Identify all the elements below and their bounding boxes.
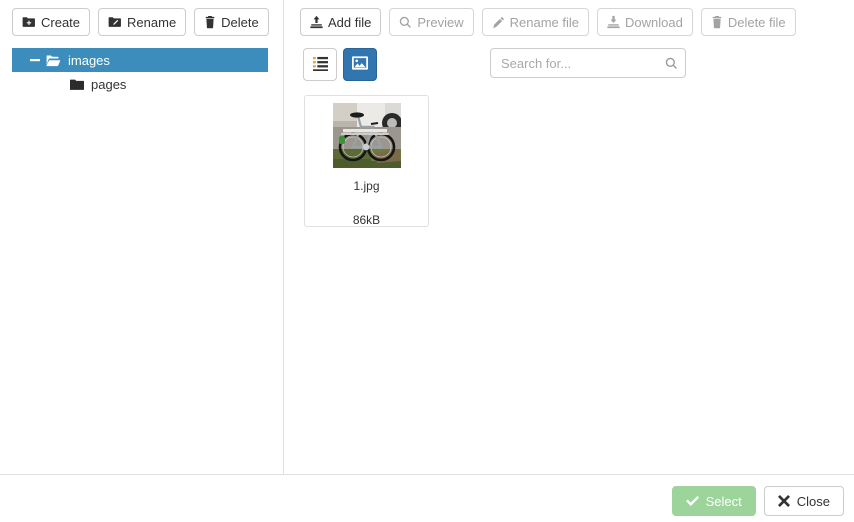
preview-button[interactable]: Preview — [389, 8, 474, 36]
view-mode-toggle — [303, 48, 377, 81]
list-view-button[interactable] — [303, 48, 337, 81]
folder-tree: images pages — [12, 48, 268, 96]
file-manager-dialog: Create Rename Delete images pages Add fi… — [0, 0, 854, 522]
rename-file-button[interactable]: Rename file — [481, 8, 589, 36]
search-box — [490, 48, 686, 78]
create-folder-button[interactable]: Create — [12, 8, 91, 36]
folder-plus-icon — [22, 15, 36, 29]
download-button[interactable]: Download — [597, 8, 693, 36]
folder-pane: Create Rename Delete images pages — [0, 0, 283, 474]
delete-file-label: Delete file — [727, 14, 786, 30]
trash-icon — [204, 15, 216, 29]
folder-toolbar: Create Rename Delete — [12, 8, 269, 36]
preview-label: Preview — [417, 14, 464, 30]
rename-folder-label: Rename — [127, 14, 177, 30]
folder-closed-icon — [70, 78, 84, 91]
delete-folder-label: Delete — [221, 14, 259, 30]
grid-view-button[interactable] — [343, 48, 377, 81]
search-icon[interactable] — [663, 55, 679, 71]
image-view-icon — [352, 56, 368, 73]
rename-file-label: Rename file — [509, 14, 579, 30]
download-label: Download — [625, 14, 683, 30]
select-label: Select — [705, 493, 742, 509]
file-name: 1.jpg — [353, 179, 380, 193]
folder-open-icon — [46, 54, 61, 67]
upload-icon — [310, 15, 323, 29]
tree-node-label: pages — [91, 76, 127, 92]
search-icon — [399, 16, 412, 29]
trash-icon — [711, 15, 723, 29]
add-file-label: Add file — [328, 14, 372, 30]
tree-node-label: images — [68, 52, 110, 68]
dialog-body: Create Rename Delete images pages Add fi… — [0, 0, 854, 474]
file-pane: Add file Preview Rename file Download De… — [284, 0, 854, 474]
file-size: 86kB — [352, 213, 381, 227]
create-folder-label: Create — [41, 14, 81, 30]
footer-actions: Select Close — [671, 486, 844, 516]
check-icon — [685, 495, 699, 507]
close-button[interactable]: Close — [763, 486, 844, 516]
file-grid: 1.jpg 86kB — [304, 95, 844, 227]
folder-pencil-icon — [108, 15, 122, 29]
rename-folder-button[interactable]: Rename — [98, 8, 187, 36]
tree-node-images[interactable]: images — [12, 48, 268, 72]
close-icon — [777, 495, 790, 507]
pencil-icon — [492, 16, 505, 29]
add-file-button[interactable]: Add file — [300, 8, 382, 36]
file-toolbar: Add file Preview Rename file Download De… — [300, 8, 796, 36]
dialog-footer: Select Close — [0, 475, 854, 522]
list-view-icon — [312, 56, 328, 74]
delete-folder-button[interactable]: Delete — [194, 8, 269, 36]
search-input[interactable] — [490, 48, 686, 78]
delete-file-button[interactable]: Delete file — [700, 8, 796, 36]
select-button[interactable]: Select — [671, 486, 756, 516]
close-label: Close — [796, 493, 830, 509]
collapse-minus-icon[interactable] — [30, 55, 44, 65]
file-thumbnail — [332, 103, 401, 168]
file-card[interactable]: 1.jpg 86kB — [304, 95, 429, 227]
download-icon — [607, 15, 620, 29]
tree-node-pages[interactable]: pages — [12, 72, 268, 96]
